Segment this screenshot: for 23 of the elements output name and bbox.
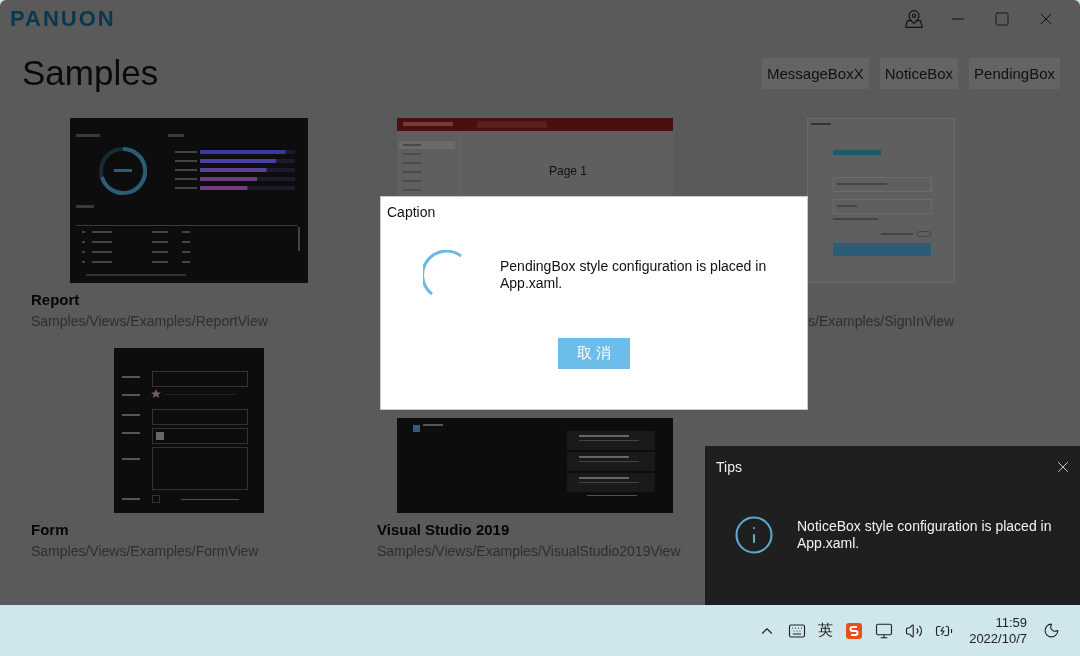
info-icon (733, 514, 775, 556)
volume-icon[interactable] (905, 621, 924, 640)
toolbar-button[interactable]: MessageBoxX (762, 57, 869, 89)
keyboard-icon[interactable] (788, 621, 807, 640)
network-icon[interactable] (875, 621, 894, 640)
dialog-message: PendingBox style configuration is placed in App.xaml. (500, 258, 768, 292)
page-title: Samples (22, 53, 159, 93)
sample-title: Visual Studio 2019 (377, 521, 511, 539)
toolbar-button[interactable]: NoticeBox (879, 57, 959, 89)
moon-icon[interactable] (1043, 622, 1060, 639)
dialog-caption: Caption (386, 203, 437, 220)
map-icon[interactable] (904, 9, 924, 29)
notice-message: NoticeBox style configuration is placed in App.xaml. (797, 518, 1053, 552)
page-label: Page 1 (549, 164, 588, 178)
app-logo: PANUON (10, 6, 116, 32)
notice-title: Tips (716, 459, 742, 475)
input-method-indicator[interactable]: 英 (818, 621, 834, 640)
sample-title: Form (31, 521, 70, 539)
cancel-button[interactable]: 取 消 (558, 338, 630, 369)
sample-title: Report (31, 291, 81, 309)
clock[interactable]: 11:59 2022/10/7 (965, 614, 1031, 647)
sogou-icon[interactable] (845, 621, 864, 640)
toolbar-button[interactable]: PendingBox (969, 57, 1060, 89)
